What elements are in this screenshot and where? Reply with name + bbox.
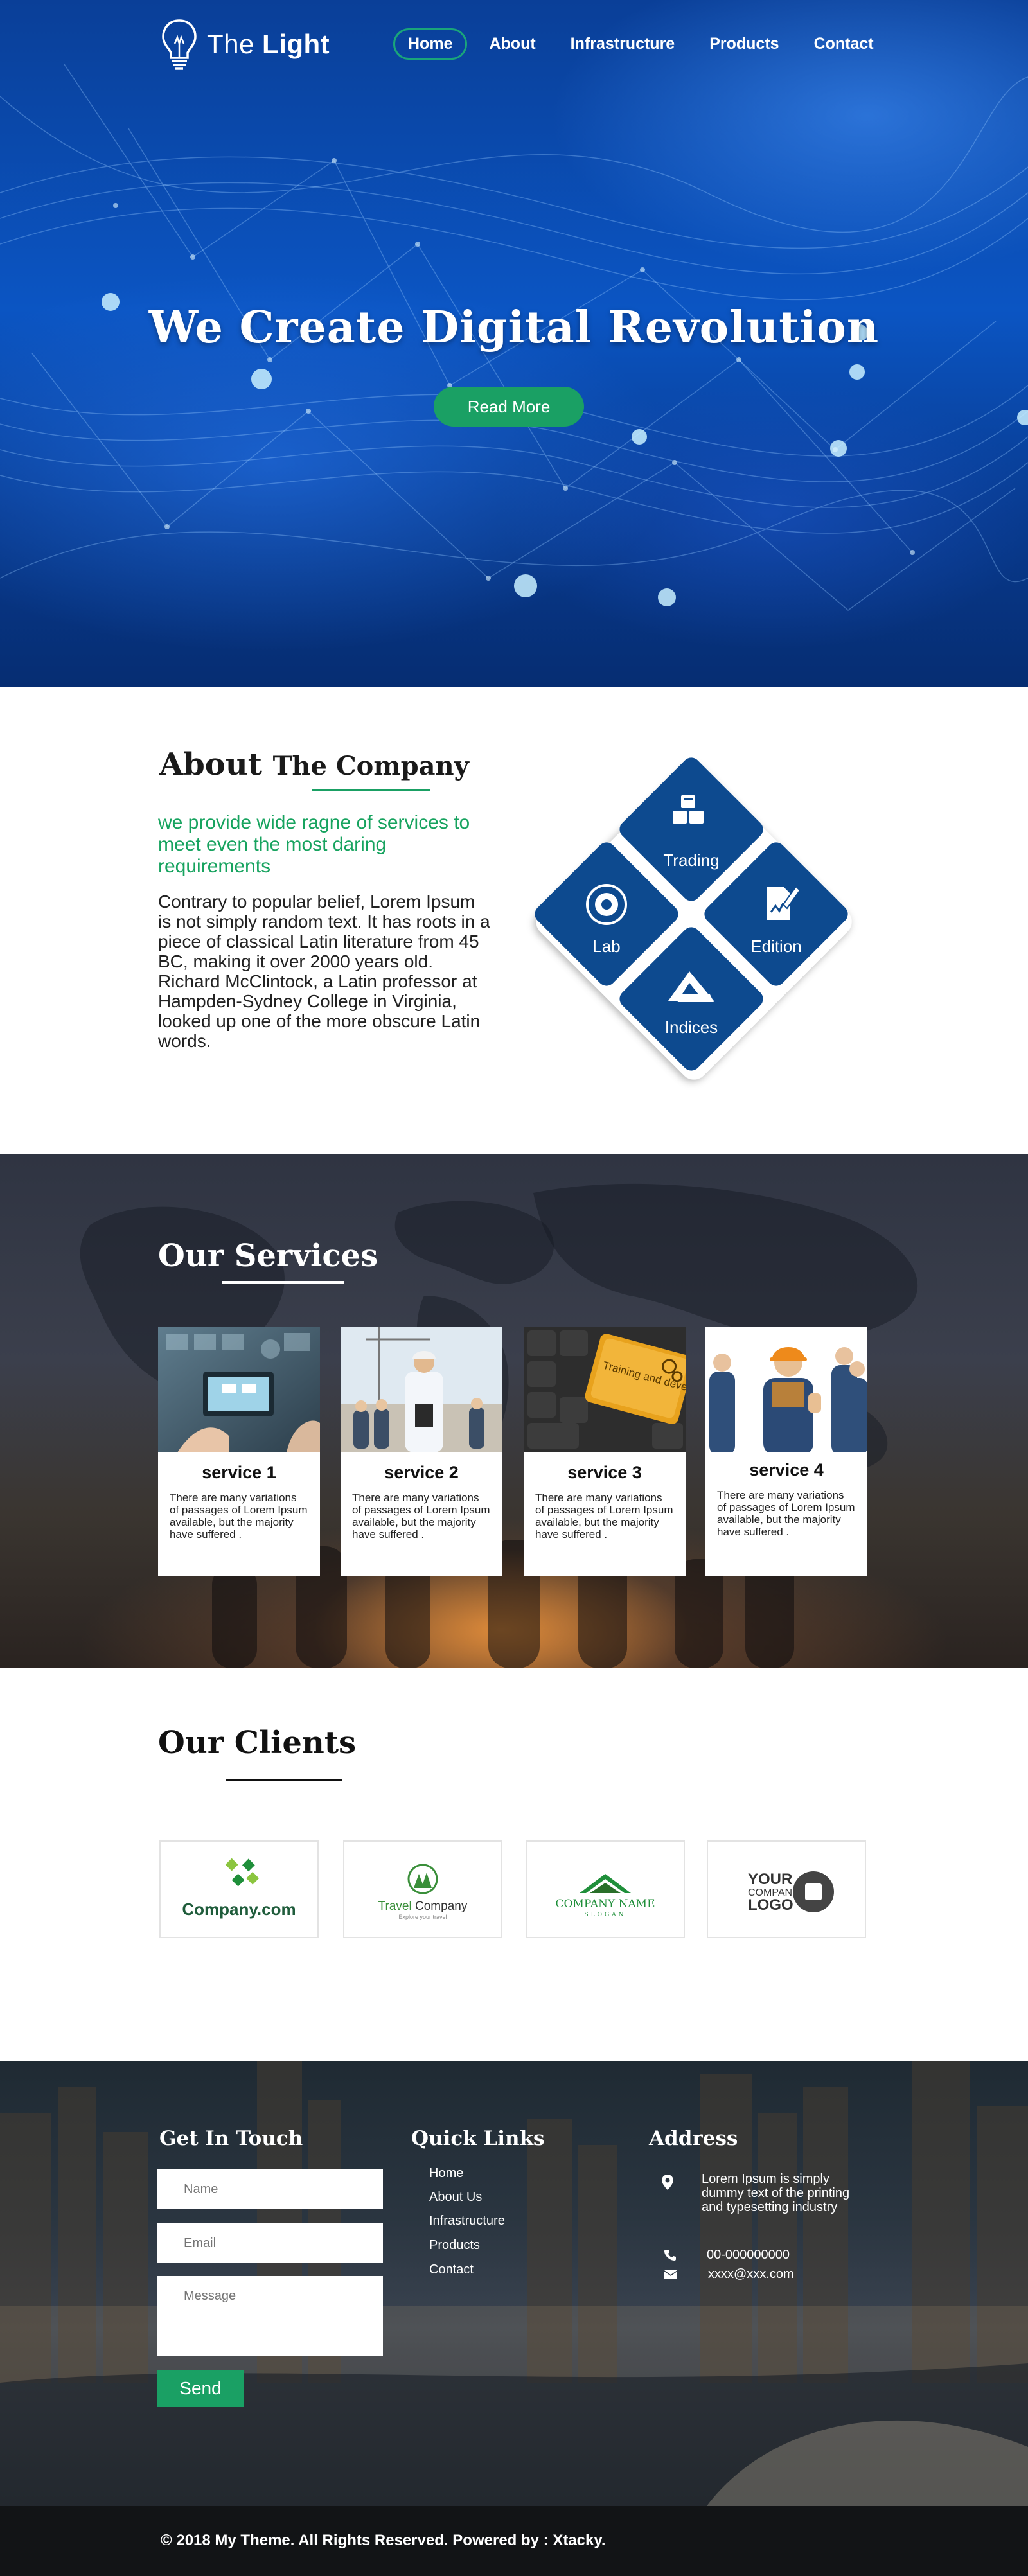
quick-link-about-us[interactable]: About Us bbox=[429, 2190, 482, 2205]
service-card-3-title: service 3 bbox=[567, 1463, 642, 1482]
message-textarea[interactable] bbox=[157, 2276, 383, 2356]
hero-section: The Light Home About Infrastructure Prod… bbox=[0, 0, 1028, 687]
nav-item-home[interactable]: Home bbox=[393, 28, 468, 60]
service-card-3[interactable]: Training and development service 3 There… bbox=[524, 1327, 686, 1576]
quick-links-title: Quick Links bbox=[411, 2127, 545, 2150]
read-more-button[interactable]: Read More bbox=[434, 387, 584, 427]
send-button[interactable]: Send bbox=[157, 2370, 244, 2407]
diamond-label-lab: Lab bbox=[592, 937, 620, 956]
clients-title: Our Clients bbox=[158, 1725, 356, 1761]
services-title-light: Our bbox=[158, 1238, 224, 1274]
client-logo-company-name[interactable]: COMPANY NAME SLOGAN bbox=[526, 1840, 685, 1938]
service-2-image bbox=[341, 1327, 502, 1452]
about-section: About The Company we provide wide ragne … bbox=[0, 687, 1028, 1154]
brand-logo[interactable]: The Light bbox=[161, 18, 330, 71]
address-text: Lorem Ipsum is simply dummy text of the … bbox=[702, 2172, 850, 2214]
brand-name: The Light bbox=[207, 29, 330, 60]
service-card-4[interactable]: service 4 There are many variations of p… bbox=[705, 1327, 867, 1576]
nav-item-contact[interactable]: Contact bbox=[801, 28, 887, 60]
about-title-rest: The Company bbox=[272, 751, 469, 781]
diamond-label-edition: Edition bbox=[750, 937, 802, 956]
nav-item-about[interactable]: About bbox=[476, 28, 548, 60]
service-card-4-title: service 4 bbox=[749, 1460, 824, 1479]
email-input[interactable] bbox=[157, 2223, 383, 2263]
services-diamond: Trading Lab Edition Indices bbox=[535, 757, 852, 1080]
service-card-2[interactable]: service 2 There are many variations of p… bbox=[341, 1327, 502, 1576]
about-lead-text: we provide wide ragne of services to mee… bbox=[158, 812, 470, 877]
diamond-label-indices: Indices bbox=[665, 1018, 718, 1037]
nav-item-products[interactable]: Products bbox=[696, 28, 792, 60]
company-name-slogan: SLOGAN bbox=[584, 1912, 626, 1918]
services-title-bold: Services bbox=[234, 1238, 378, 1274]
clients-title-underline bbox=[226, 1779, 342, 1781]
world-map-background bbox=[80, 1183, 918, 1668]
about-title: About The Company bbox=[159, 746, 469, 782]
copyright-bar: © 2018 My Theme. All Rights Reserved. Po… bbox=[0, 2506, 1028, 2576]
client-logo-travel-company[interactable]: Travel Company Explore your travel bbox=[343, 1840, 502, 1938]
quick-link-infrastructure[interactable]: Infrastructure bbox=[429, 2214, 505, 2228]
company-name-logo: COMPANY NAME SLOGAN bbox=[556, 1874, 655, 1918]
phone-number: 00-000000000 bbox=[707, 2248, 790, 2262]
about-body-text: Contrary to popular belief, Lorem Ipsum … bbox=[158, 892, 490, 1051]
travel-company-tagline: Explore your travel bbox=[398, 1914, 447, 1920]
quick-link-home[interactable]: Home bbox=[429, 2166, 463, 2181]
main-nav: Home About Infrastructure Products Conta… bbox=[393, 28, 896, 60]
hero-title: We Create Digital Revolution bbox=[148, 302, 880, 353]
service-card-1-text: There are many variations of passages of… bbox=[170, 1492, 308, 1540]
quick-link-products[interactable]: Products bbox=[429, 2238, 480, 2253]
travel-company-logo-text: Travel Company bbox=[378, 1900, 468, 1913]
service-card-3-text: There are many variations of passages of… bbox=[535, 1492, 673, 1540]
your-company-logo: YOUR COMPANY LOGO bbox=[748, 1871, 834, 1914]
services-title-underline bbox=[222, 1281, 344, 1284]
footer-section: Get In Touch Send Quick Links Home About… bbox=[0, 2061, 1028, 2506]
brand-name-bold: Light bbox=[262, 29, 330, 59]
service-card-1[interactable]: service 1 There are many variations of p… bbox=[158, 1327, 320, 1576]
clients-title-bold: Clients bbox=[234, 1725, 357, 1761]
your-company-logo-line3: LOGO bbox=[748, 1896, 793, 1914]
phone-icon bbox=[664, 2250, 676, 2261]
about-title-bold: About bbox=[159, 746, 262, 782]
about-title-underline bbox=[312, 789, 430, 791]
get-in-touch-title: Get In Touch bbox=[159, 2127, 303, 2150]
company-com-logo-text: Company.com bbox=[182, 1900, 296, 1919]
service-card-2-text: There are many variations of passages of… bbox=[352, 1492, 490, 1540]
name-input[interactable] bbox=[157, 2169, 383, 2209]
lightbulb-icon bbox=[162, 19, 197, 70]
envelope-icon bbox=[664, 2270, 677, 2279]
service-card-4-text: There are many variations of passages of… bbox=[717, 1489, 855, 1538]
copyright-text: © 2018 My Theme. All Rights Reserved. Po… bbox=[161, 2532, 606, 2549]
brand-name-light: The bbox=[207, 29, 254, 59]
nav-item-infrastructure[interactable]: Infrastructure bbox=[558, 28, 688, 60]
your-company-logo-line1: YOUR bbox=[748, 1871, 792, 1888]
company-name-logo-text: COMPANY NAME bbox=[556, 1898, 655, 1910]
service-3-image: Training and development bbox=[524, 1327, 686, 1452]
quick-link-contact[interactable]: Contact bbox=[429, 2263, 474, 2277]
diamond-label-trading: Trading bbox=[663, 851, 719, 870]
service-1-image bbox=[158, 1327, 320, 1452]
clients-title-light: Our bbox=[158, 1725, 224, 1761]
company-com-logo: Company.com bbox=[182, 1858, 296, 1919]
clients-section: Our Clients Company.com Travel Company E… bbox=[0, 1668, 1028, 2061]
service-4-image bbox=[705, 1327, 867, 1452]
location-pin-icon bbox=[662, 2175, 673, 2190]
travel-company-logo: Travel Company Explore your travel bbox=[378, 1864, 468, 1920]
services-section: Our Services service 1 There are many va… bbox=[0, 1154, 1028, 1668]
email-address[interactable]: xxxx@xxx.com bbox=[708, 2267, 794, 2281]
client-logo-your-company[interactable]: YOUR COMPANY LOGO bbox=[707, 1840, 866, 1938]
address-title: Address bbox=[649, 2127, 738, 2150]
service-card-1-title: service 1 bbox=[202, 1463, 276, 1482]
services-title: Our Services bbox=[158, 1238, 378, 1274]
client-logo-company-com[interactable]: Company.com bbox=[159, 1840, 319, 1938]
service-card-2-title: service 2 bbox=[384, 1463, 459, 1482]
